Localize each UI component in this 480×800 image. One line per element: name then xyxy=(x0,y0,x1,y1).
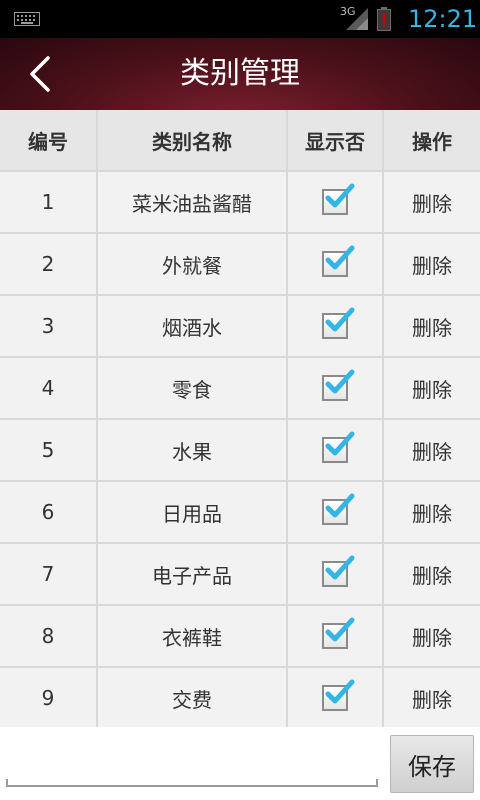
page-title: 类别管理 xyxy=(180,56,300,91)
app-header: 类别管理 xyxy=(0,38,480,110)
row-category-name: 菜米油盐酱醋 xyxy=(98,172,288,232)
delete-button[interactable]: 删除 xyxy=(412,312,452,341)
row-category-name: 烟酒水 xyxy=(98,296,288,356)
row-action-cell: 删除 xyxy=(384,606,480,666)
row-id: 2 xyxy=(0,234,98,294)
row-id: 3 xyxy=(0,296,98,356)
table-row: 6 日用品 删除 xyxy=(0,482,480,544)
row-id: 7 xyxy=(0,544,98,604)
row-id: 8 xyxy=(0,606,98,666)
row-visible-cell xyxy=(288,482,384,542)
table-row: 1 菜米油盐酱醋 删除 xyxy=(0,172,480,234)
checkmark-icon xyxy=(325,431,355,456)
row-category-name: 电子产品 xyxy=(98,544,288,604)
row-action-cell: 删除 xyxy=(384,234,480,294)
delete-button[interactable]: 删除 xyxy=(412,560,452,589)
row-action-cell: 删除 xyxy=(384,420,480,480)
delete-button[interactable]: 删除 xyxy=(412,498,452,527)
delete-button[interactable]: 删除 xyxy=(412,436,452,465)
row-category-name: 零食 xyxy=(98,358,288,418)
visible-checkbox[interactable] xyxy=(322,617,355,649)
visible-checkbox[interactable] xyxy=(322,431,355,463)
checkmark-icon xyxy=(325,679,355,704)
battery-alert-icon xyxy=(377,7,391,31)
screen: 3G 12:21 类别管理 编号 类别名称 显示否 操作 1 菜米油盐酱醋 删除 2 xyxy=(0,0,480,800)
checkmark-icon xyxy=(325,369,355,394)
row-visible-cell xyxy=(288,358,384,418)
bottom-bar: 保存 xyxy=(0,727,480,800)
chevron-left-icon xyxy=(30,56,50,92)
visible-checkbox[interactable] xyxy=(322,555,355,587)
table-row: 5 水果 删除 xyxy=(0,420,480,482)
table-body: 1 菜米油盐酱醋 删除 2 外就餐 删除 3 烟酒水 删除 4 零食 删除 5 水果 删除 6 日用品 删除 7 电子… xyxy=(0,172,480,727)
row-category-name: 日用品 xyxy=(98,482,288,542)
save-button[interactable]: 保存 xyxy=(390,735,474,793)
delete-button[interactable]: 删除 xyxy=(412,250,452,279)
row-visible-cell xyxy=(288,296,384,356)
category-name-input[interactable] xyxy=(6,735,378,787)
row-id: 5 xyxy=(0,420,98,480)
input-underline-left-tick xyxy=(6,779,8,787)
row-visible-cell xyxy=(288,420,384,480)
table-row: 2 外就餐 删除 xyxy=(0,234,480,296)
delete-button[interactable]: 删除 xyxy=(412,684,452,713)
row-category-name: 交费 xyxy=(98,668,288,727)
status-clock: 12:21 xyxy=(408,5,478,33)
signal-icon xyxy=(346,8,368,30)
row-action-cell: 删除 xyxy=(384,172,480,232)
keyboard-icon xyxy=(14,12,40,26)
row-id: 6 xyxy=(0,482,98,542)
delete-button[interactable]: 删除 xyxy=(412,188,452,217)
row-visible-cell xyxy=(288,172,384,232)
row-visible-cell xyxy=(288,234,384,294)
table-row: 9 交费 删除 xyxy=(0,668,480,727)
row-visible-cell xyxy=(288,544,384,604)
row-visible-cell xyxy=(288,668,384,727)
checkmark-icon xyxy=(325,307,355,332)
row-action-cell: 删除 xyxy=(384,544,480,604)
row-category-name: 外就餐 xyxy=(98,234,288,294)
row-id: 9 xyxy=(0,668,98,727)
back-button[interactable] xyxy=(20,52,64,96)
row-visible-cell xyxy=(288,606,384,666)
checkmark-icon xyxy=(325,555,355,580)
category-table[interactable]: 编号 类别名称 显示否 操作 1 菜米油盐酱醋 删除 2 外就餐 删除 3 烟酒水 删除 4 零食删… xyxy=(0,110,480,727)
column-header-action: 操作 xyxy=(384,110,480,170)
row-id: 1 xyxy=(0,172,98,232)
table-row: 4 零食 删除 xyxy=(0,358,480,420)
column-header-name: 类别名称 xyxy=(98,110,288,170)
row-action-cell: 删除 xyxy=(384,296,480,356)
delete-button[interactable]: 删除 xyxy=(412,374,452,403)
delete-button[interactable]: 删除 xyxy=(412,622,452,651)
status-bar: 3G 12:21 xyxy=(0,0,480,38)
table-header-row: 编号 类别名称 显示否 操作 xyxy=(0,110,480,172)
row-id: 4 xyxy=(0,358,98,418)
checkmark-icon xyxy=(325,493,355,518)
visible-checkbox[interactable] xyxy=(322,245,355,277)
visible-checkbox[interactable] xyxy=(322,679,355,711)
row-action-cell: 删除 xyxy=(384,668,480,727)
column-header-visible: 显示否 xyxy=(288,110,384,170)
row-category-name: 衣裤鞋 xyxy=(98,606,288,666)
row-category-name: 水果 xyxy=(98,420,288,480)
visible-checkbox[interactable] xyxy=(322,307,355,339)
table-row: 3 烟酒水 删除 xyxy=(0,296,480,358)
row-action-cell: 删除 xyxy=(384,358,480,418)
checkmark-icon xyxy=(325,617,355,642)
input-underline-right-tick xyxy=(376,779,378,787)
column-header-id: 编号 xyxy=(0,110,98,170)
table-row: 8 衣裤鞋 删除 xyxy=(0,606,480,668)
row-action-cell: 删除 xyxy=(384,482,480,542)
visible-checkbox[interactable] xyxy=(322,369,355,401)
visible-checkbox[interactable] xyxy=(322,493,355,525)
checkmark-icon xyxy=(325,245,355,270)
visible-checkbox[interactable] xyxy=(322,183,355,215)
table-row: 7 电子产品 删除 xyxy=(0,544,480,606)
checkmark-icon xyxy=(325,183,355,208)
